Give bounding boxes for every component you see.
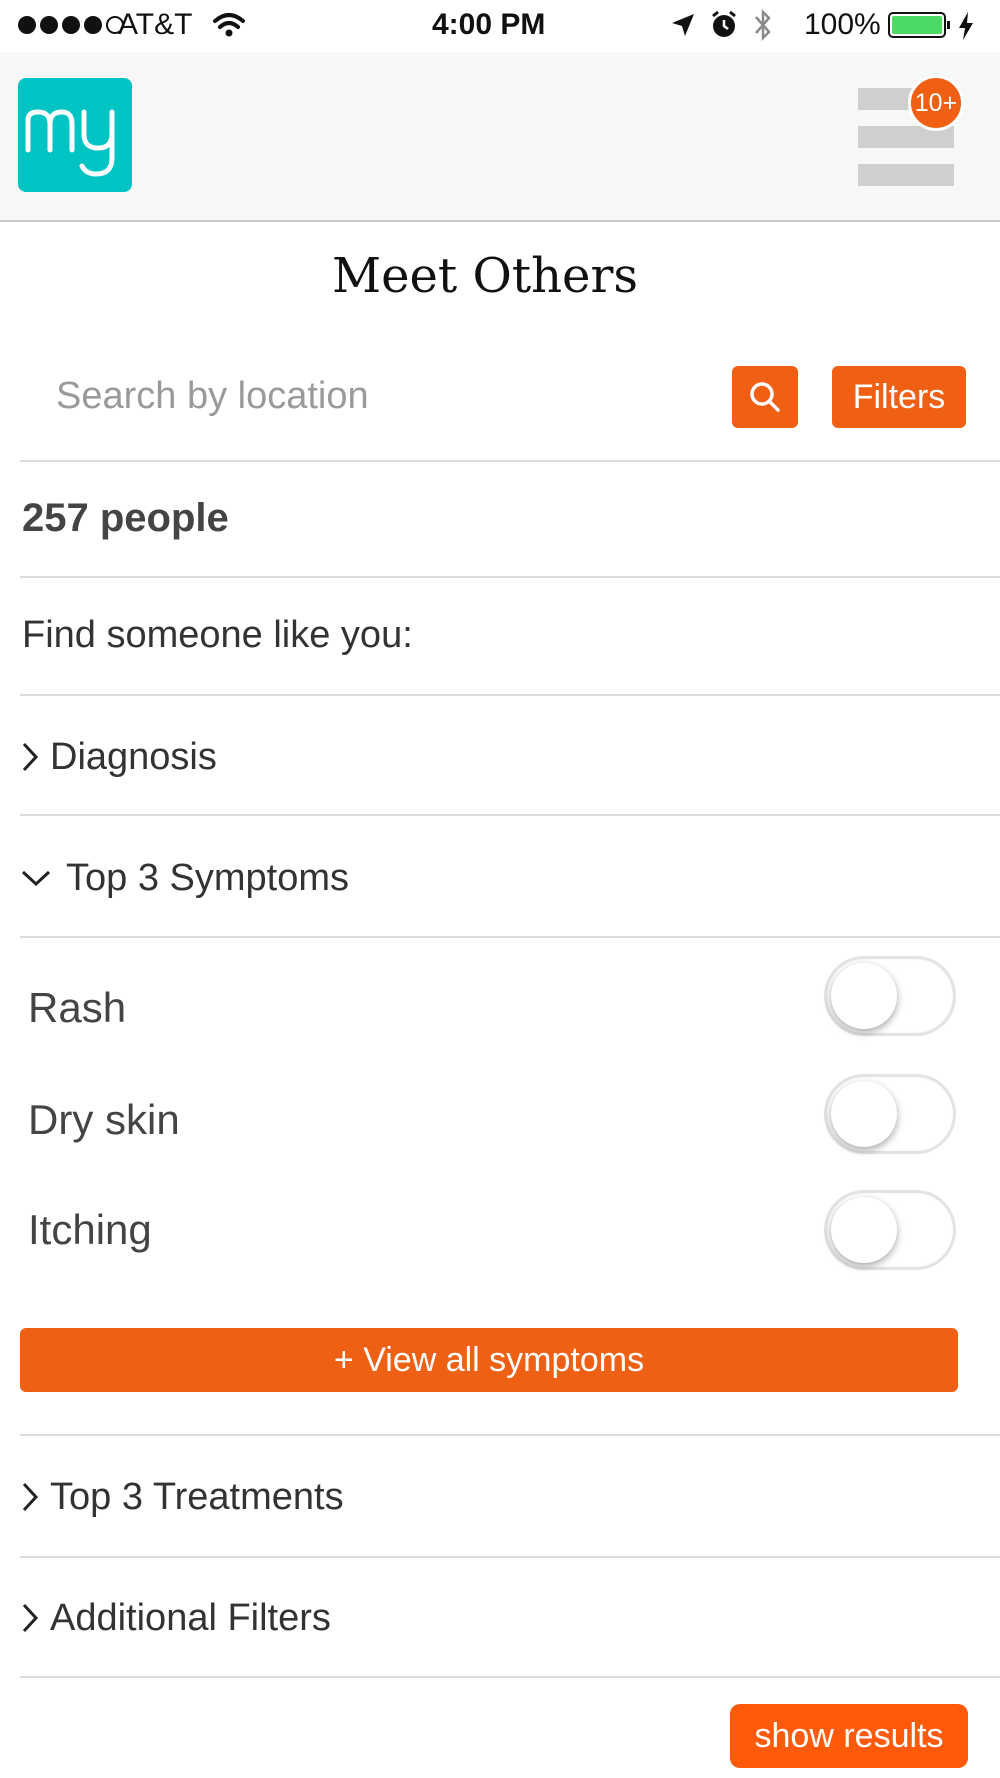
bluetooth-icon bbox=[755, 8, 771, 42]
symptom-label-rash: Rash bbox=[28, 984, 127, 1031]
section-symptoms[interactable]: Top 3 Symptoms bbox=[20, 843, 980, 913]
battery-percent: 100% bbox=[804, 8, 881, 41]
logo-mark bbox=[25, 109, 115, 177]
divider bbox=[20, 936, 1000, 938]
search-icon bbox=[750, 382, 780, 412]
filters-button[interactable]: Filters bbox=[832, 366, 966, 428]
charging-icon bbox=[959, 12, 973, 40]
chevron-right-icon bbox=[22, 1603, 39, 1633]
view-all-symptoms-button[interactable]: + View all symptoms bbox=[20, 1328, 958, 1392]
battery-icon bbox=[888, 12, 950, 38]
carrier-name: AT&T bbox=[118, 8, 193, 41]
menu-icon-bar bbox=[858, 164, 954, 186]
toggle-knob bbox=[831, 963, 897, 1029]
people-count: 257 people bbox=[22, 496, 229, 540]
divider bbox=[20, 694, 1000, 696]
app-header bbox=[0, 52, 1000, 222]
section-label: Diagnosis bbox=[50, 735, 217, 778]
toggle-itching[interactable] bbox=[824, 1190, 956, 1270]
toggle-dry-skin[interactable] bbox=[824, 1074, 956, 1154]
section-label: Top 3 Treatments bbox=[50, 1475, 344, 1518]
clock: 4:00 PM bbox=[432, 8, 546, 41]
section-treatments[interactable]: Top 3 Treatments bbox=[20, 1462, 980, 1532]
divider bbox=[20, 1676, 1000, 1678]
show-results-button[interactable]: show results bbox=[730, 1704, 968, 1768]
app-logo[interactable] bbox=[18, 78, 132, 192]
section-label: Top 3 Symptoms bbox=[66, 856, 349, 899]
notification-badge[interactable]: 10+ bbox=[908, 75, 964, 131]
divider bbox=[20, 1556, 1000, 1558]
status-bar: AT&T 4:00 PM 100% bbox=[0, 0, 1000, 52]
section-additional-filters[interactable]: Additional Filters bbox=[20, 1583, 980, 1653]
search-input[interactable] bbox=[38, 364, 688, 428]
signal-strength-icon bbox=[18, 16, 124, 34]
toggle-knob bbox=[831, 1081, 897, 1147]
divider bbox=[20, 814, 1000, 816]
alarm-icon bbox=[712, 10, 736, 37]
toggle-knob bbox=[831, 1197, 897, 1263]
toggle-rash[interactable] bbox=[824, 956, 956, 1036]
chevron-right-icon bbox=[22, 1482, 39, 1512]
symptom-label-itching: Itching bbox=[28, 1206, 152, 1253]
wifi-icon bbox=[213, 13, 245, 37]
chevron-right-icon bbox=[22, 742, 39, 772]
section-diagnosis[interactable]: Diagnosis bbox=[20, 722, 980, 792]
page-title: Meet Others bbox=[331, 248, 639, 304]
location-arrow-icon bbox=[672, 14, 694, 36]
divider bbox=[20, 460, 1000, 462]
divider bbox=[20, 1434, 1000, 1436]
divider bbox=[20, 576, 1000, 578]
find-prompt: Find someone like you: bbox=[22, 614, 413, 656]
section-label: Additional Filters bbox=[50, 1596, 331, 1639]
symptom-label-dry-skin: Dry skin bbox=[28, 1096, 180, 1143]
search-button[interactable] bbox=[732, 366, 798, 428]
chevron-down-icon bbox=[21, 870, 51, 887]
